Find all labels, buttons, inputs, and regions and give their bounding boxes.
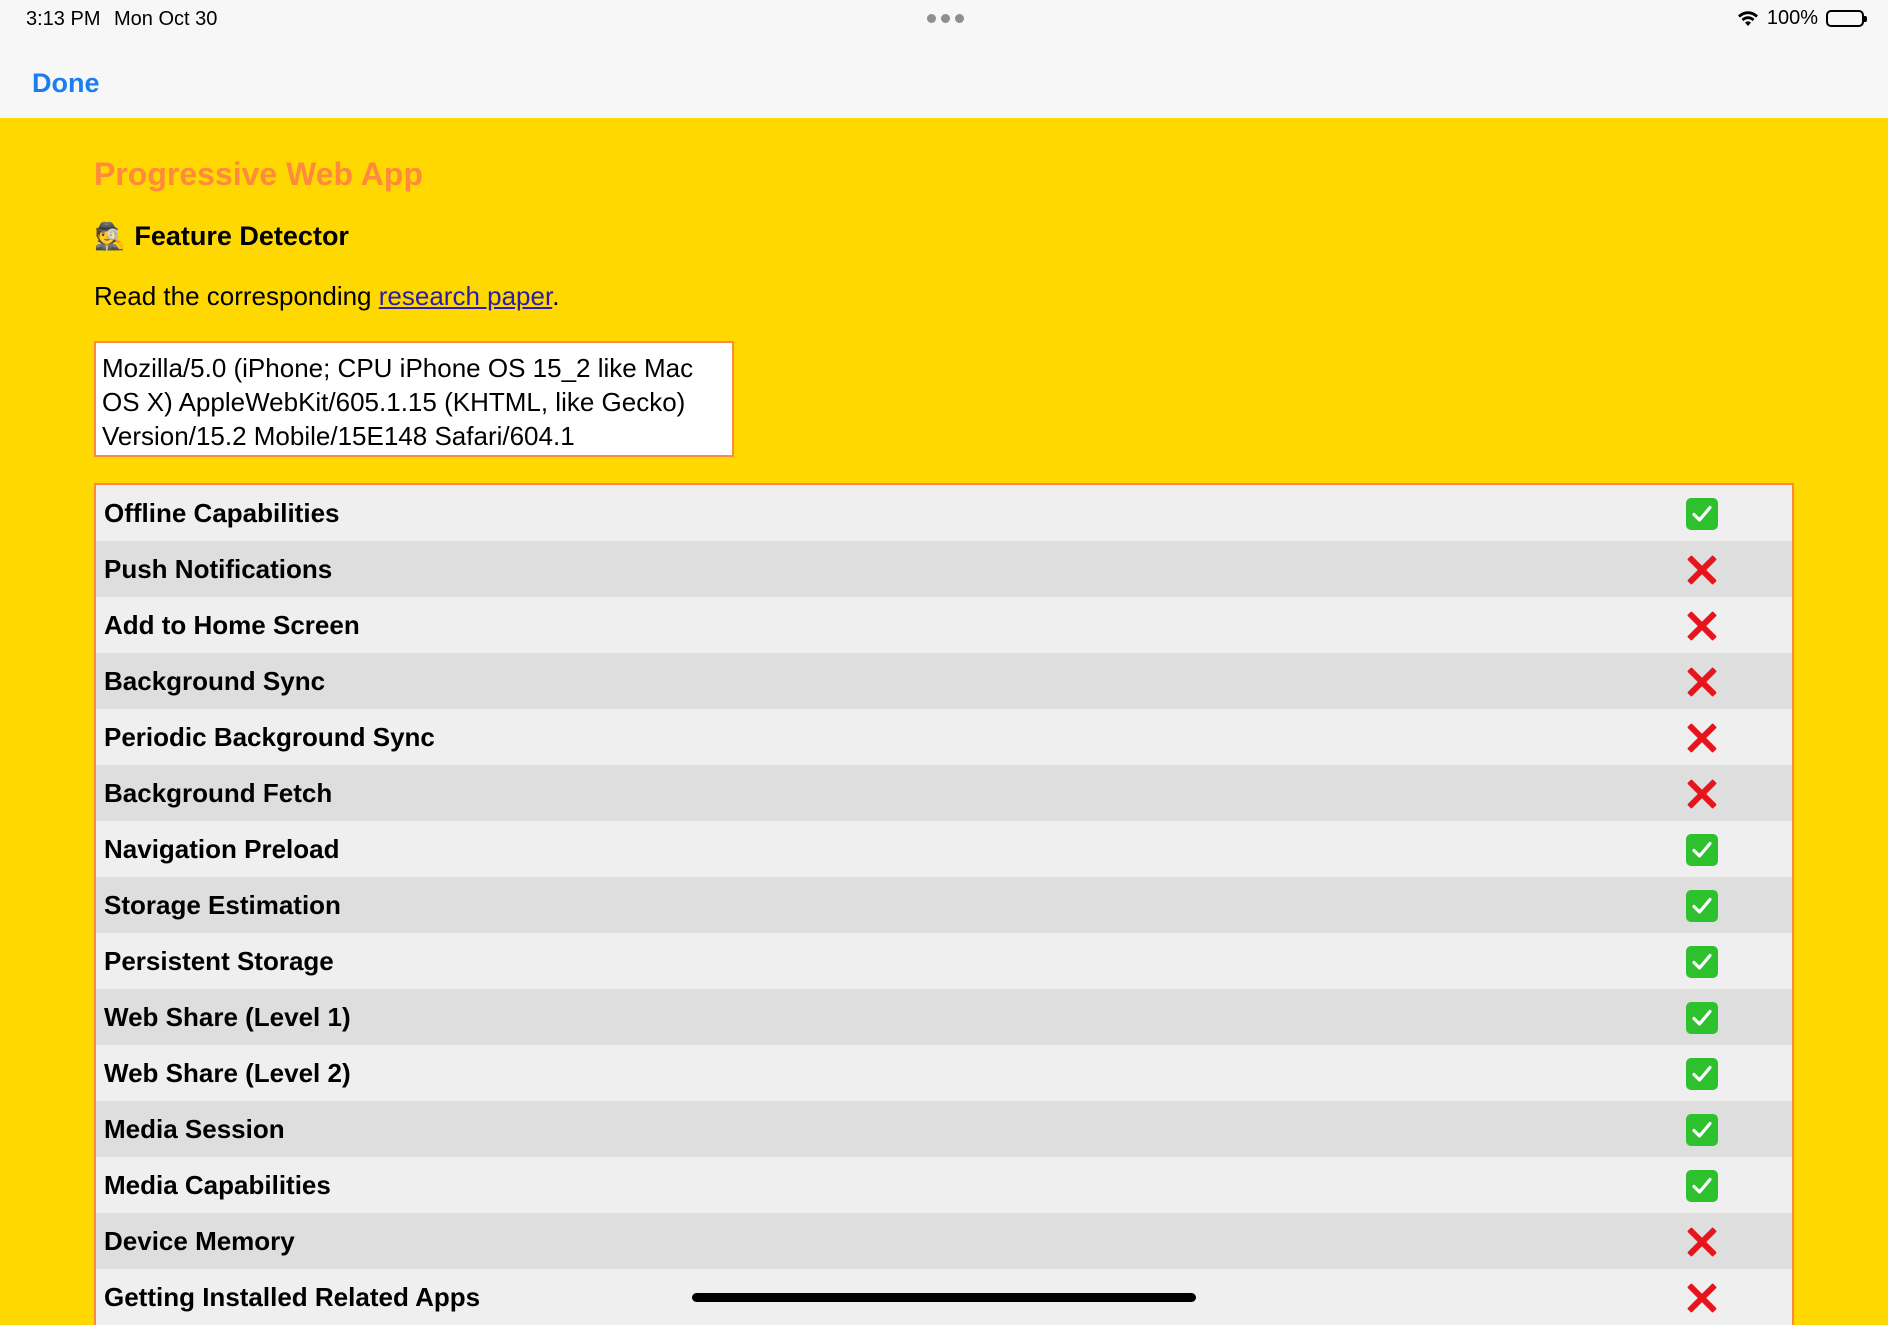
- done-button[interactable]: Done: [32, 68, 100, 99]
- unsupported-cross-icon: [1686, 722, 1718, 754]
- check-icon: [1686, 1170, 1718, 1202]
- feature-name: Periodic Background Sync: [104, 721, 435, 752]
- status-bar: 3:13 PM Mon Oct 30 100%: [0, 0, 1888, 40]
- feature-name: Storage Estimation: [104, 889, 341, 920]
- navigation-bar: Done: [0, 40, 1888, 118]
- feature-table: Offline Capabilities Push Notifications Ad…: [94, 483, 1794, 1325]
- page-title: Progressive Web App: [94, 156, 423, 192]
- table-row: Background Fetch: [96, 765, 1792, 821]
- supported-check-icon: [1686, 498, 1718, 530]
- feature-name: Media Capabilities: [104, 1169, 331, 1200]
- intro-prefix: Read the corresponding: [94, 281, 379, 311]
- feature-name: Web Share (Level 1): [104, 1001, 351, 1032]
- feature-name: Getting Installed Related Apps: [104, 1281, 481, 1312]
- feature-name: Media Session: [104, 1113, 285, 1144]
- unsupported-cross-icon: [1686, 1282, 1718, 1314]
- table-row: Offline Capabilities: [96, 485, 1792, 541]
- feature-name: Offline Capabilities: [104, 497, 340, 528]
- intro-text: Read the corresponding research paper.: [94, 281, 1794, 313]
- status-indicators: 100%: [1737, 7, 1867, 30]
- status-time: 3:13 PM: [26, 8, 101, 30]
- check-icon: [1686, 498, 1718, 530]
- subtitle-text: Feature Detector: [134, 220, 349, 251]
- table-row: Push Notifications: [96, 541, 1792, 597]
- battery-percentage: 100%: [1766, 7, 1818, 29]
- intro-suffix: .: [552, 281, 560, 311]
- check-icon: [1686, 1002, 1718, 1034]
- unsupported-cross-icon: [1686, 610, 1718, 642]
- check-icon: [1686, 1058, 1718, 1090]
- multitasking-dots-icon[interactable]: [927, 14, 964, 23]
- table-row: Navigation Preload: [96, 821, 1792, 877]
- feature-name: Push Notifications: [104, 553, 333, 584]
- supported-check-icon: [1686, 1058, 1718, 1090]
- table-row: Persistent Storage: [96, 933, 1792, 989]
- supported-check-icon: [1686, 946, 1718, 978]
- feature-name: Device Memory: [104, 1225, 295, 1256]
- check-icon: [1686, 1114, 1718, 1146]
- feature-name: Persistent Storage: [104, 945, 334, 976]
- unsupported-cross-icon: [1686, 666, 1718, 698]
- table-row: Background Sync: [96, 653, 1792, 709]
- supported-check-icon: [1686, 1170, 1718, 1202]
- page-subtitle: 🕵️ Feature Detector: [94, 219, 1794, 253]
- detective-icon: 🕵️: [94, 220, 127, 251]
- check-icon: [1686, 890, 1718, 922]
- feature-name: Web Share (Level 2): [104, 1057, 351, 1088]
- table-row: Media Capabilities: [96, 1157, 1792, 1213]
- table-row: Web Share (Level 2): [96, 1045, 1792, 1101]
- table-row: Periodic Background Sync: [96, 709, 1792, 765]
- unsupported-cross-icon: [1686, 554, 1718, 586]
- check-icon: [1686, 946, 1718, 978]
- table-row: Add to Home Screen: [96, 597, 1792, 653]
- supported-check-icon: [1686, 1114, 1718, 1146]
- supported-check-icon: [1686, 890, 1718, 922]
- table-row: Web Share (Level 1): [96, 989, 1792, 1045]
- user-agent-box[interactable]: Mozilla/5.0 (iPhone; CPU iPhone OS 15_2 …: [94, 341, 734, 457]
- feature-name: Navigation Preload: [104, 833, 340, 864]
- status-date: Mon Oct 30: [114, 8, 218, 30]
- table-row: Media Session: [96, 1101, 1792, 1157]
- table-row: Storage Estimation: [96, 877, 1792, 933]
- supported-check-icon: [1686, 1002, 1718, 1034]
- check-icon: [1686, 834, 1718, 866]
- feature-name: Background Fetch: [104, 777, 333, 808]
- wifi-icon: [1737, 10, 1759, 27]
- unsupported-cross-icon: [1686, 1226, 1718, 1258]
- table-row: Device Memory: [96, 1213, 1792, 1269]
- supported-check-icon: [1686, 834, 1718, 866]
- unsupported-cross-icon: [1686, 778, 1718, 810]
- feature-name: Add to Home Screen: [104, 609, 360, 640]
- research-paper-link[interactable]: research paper: [379, 281, 552, 311]
- feature-name: Background Sync: [104, 665, 326, 696]
- home-indicator[interactable]: [692, 1293, 1196, 1302]
- battery-icon: [1826, 10, 1867, 27]
- page-content: Progressive Web App 🕵️ Feature Detector …: [94, 118, 1794, 1325]
